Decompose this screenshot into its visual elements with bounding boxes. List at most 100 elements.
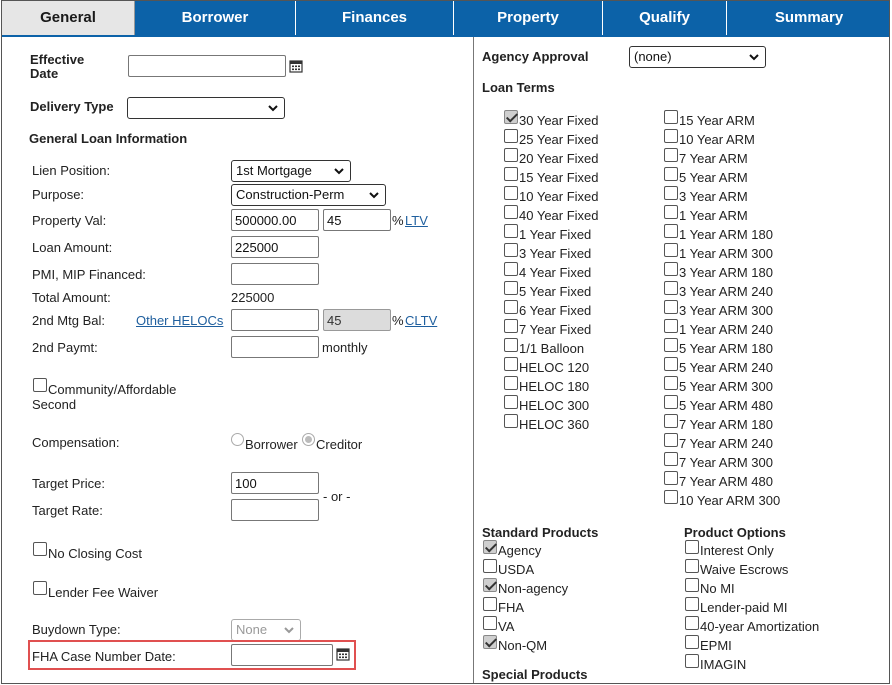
comp-borrower-radio[interactable] [231,433,244,446]
10-year-fixed-checkbox[interactable] [504,186,518,200]
fha-case-label: FHA Case Number Date: [32,649,176,664]
lien-position-label: Lien Position: [32,163,111,178]
second-paymt-input[interactable] [231,336,319,358]
tab-finances[interactable]: Finances [296,1,454,35]
ltv-link[interactable]: LTV [405,213,428,228]
lender-paid-mi-checkbox[interactable] [685,597,699,611]
other-helocs-link[interactable]: Other HELOCs [136,313,223,328]
7-year-arm-300-checkbox[interactable] [664,452,678,466]
1-1-balloon-checkbox[interactable] [504,338,518,352]
20-year-fixed-checkbox[interactable] [504,148,518,162]
5-year-arm-300-checkbox[interactable] [664,376,678,390]
lien-position-select[interactable]: 1st Mortgage [231,160,351,182]
property-val-input[interactable] [231,209,319,231]
effective-date-input[interactable] [128,55,286,77]
30-year-fixed-label: 30 Year Fixed [519,113,599,128]
chevron-down-icon [334,168,344,175]
purpose-value: Construction-Perm [236,187,345,202]
non-qm-checkbox[interactable] [483,635,497,649]
heloc-120-checkbox[interactable] [504,357,518,371]
delivery-type-select[interactable] [127,97,285,119]
6-year-fixed-checkbox[interactable] [504,300,518,314]
no-closing-cost-checkbox[interactable] [33,542,47,556]
agency-checkbox[interactable] [483,540,497,554]
waive-escrows-checkbox[interactable] [685,559,699,573]
15-year-arm-label: 15 Year ARM [679,113,755,128]
tab-summary[interactable]: Summary [727,1,889,35]
1-1-balloon-label: 1/1 Balloon [519,341,585,356]
1-year-arm-240-checkbox[interactable] [664,319,678,333]
chevron-down-icon [268,105,278,112]
10-year-arm-checkbox[interactable] [664,129,678,143]
ltv-input[interactable] [323,209,391,231]
4-year-fixed-checkbox[interactable] [504,262,518,276]
usda-checkbox[interactable] [483,559,497,573]
va-checkbox[interactable] [483,616,497,630]
7-year-arm-checkbox[interactable] [664,148,678,162]
calendar-icon[interactable] [336,647,350,661]
1-year-arm-checkbox[interactable] [664,205,678,219]
delivery-type-label: Delivery Type [30,99,114,114]
3-year-arm-300-checkbox[interactable] [664,300,678,314]
second-mtg-label: 2nd Mtg Bal: [32,313,105,328]
25-year-fixed-checkbox[interactable] [504,129,518,143]
lender-fee-waiver-checkbox[interactable] [33,581,47,595]
tab-general[interactable]: General [2,1,135,35]
3-year-arm-checkbox[interactable] [664,186,678,200]
5-year-arm-240-checkbox[interactable] [664,357,678,371]
3-year-fixed-checkbox[interactable] [504,243,518,257]
comp-creditor-radio[interactable] [302,433,315,446]
1-year-arm-180-label: 1 Year ARM 180 [679,227,773,242]
7-year-fixed-checkbox[interactable] [504,319,518,333]
target-price-input[interactable] [231,472,319,494]
3-year-arm-label: 3 Year ARM [679,189,748,204]
imagin-checkbox[interactable] [685,654,699,668]
heloc-180-checkbox[interactable] [504,376,518,390]
5-year-arm-checkbox[interactable] [664,167,678,181]
10-year-arm-300-checkbox[interactable] [664,490,678,504]
non-agency-checkbox[interactable] [483,578,497,592]
epmi-checkbox[interactable] [685,635,699,649]
tab-property[interactable]: Property [454,1,603,35]
tab-qualify[interactable]: Qualify [603,1,727,35]
5-year-fixed-checkbox[interactable] [504,281,518,295]
calendar-icon[interactable] [289,59,303,73]
7-year-arm-180-checkbox[interactable] [664,414,678,428]
non-qm-label: Non-QM [498,638,548,653]
1-year-arm-300-checkbox[interactable] [664,243,678,257]
3-year-arm-300-label: 3 Year ARM 300 [679,303,773,318]
40-year-amortization-checkbox[interactable] [685,616,699,630]
7-year-arm-480-checkbox[interactable] [664,471,678,485]
40-year-fixed-checkbox[interactable] [504,205,518,219]
3-year-arm-240-checkbox[interactable] [664,281,678,295]
heloc-360-checkbox[interactable] [504,414,518,428]
second-mtg-input[interactable] [231,309,319,331]
15-year-fixed-checkbox[interactable] [504,167,518,181]
total-amount-label: Total Amount: [32,290,111,305]
15-year-arm-checkbox[interactable] [664,110,678,124]
5-year-arm-180-checkbox[interactable] [664,338,678,352]
fha-case-date-input[interactable] [231,644,333,666]
5-year-arm-180-label: 5 Year ARM 180 [679,341,773,356]
cltv-link[interactable]: CLTV [405,313,437,328]
30-year-fixed-checkbox[interactable] [504,110,518,124]
purpose-select[interactable]: Construction-Perm [231,184,386,206]
3-year-arm-180-checkbox[interactable] [664,262,678,276]
5-year-arm-480-checkbox[interactable] [664,395,678,409]
1-year-fixed-checkbox[interactable] [504,224,518,238]
1-year-arm-180-checkbox[interactable] [664,224,678,238]
agency-approval-label: Agency Approval [482,49,589,64]
pmi-input[interactable] [231,263,319,285]
buydown-type-label: Buydown Type: [32,622,121,637]
loan-amount-input[interactable] [231,236,319,258]
target-rate-input[interactable] [231,499,319,521]
fha-checkbox[interactable] [483,597,497,611]
7-year-arm-label: 7 Year ARM [679,151,748,166]
agency-approval-select[interactable]: (none) [629,46,766,68]
heloc-300-checkbox[interactable] [504,395,518,409]
1-year-fixed-label: 1 Year Fixed [519,227,592,242]
7-year-arm-240-checkbox[interactable] [664,433,678,447]
no-mi-checkbox[interactable] [685,578,699,592]
tab-borrower[interactable]: Borrower [135,1,296,35]
interest-only-checkbox[interactable] [685,540,699,554]
